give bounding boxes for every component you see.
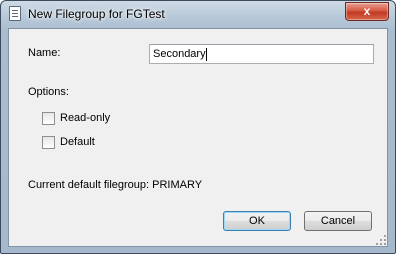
default-label[interactable]: Default <box>60 136 95 148</box>
current-default-filegroup-text: Current default filegroup: PRIMARY <box>28 179 203 191</box>
read-only-label[interactable]: Read-only <box>60 112 110 124</box>
name-input-value: Secondary <box>153 48 206 60</box>
ok-button[interactable]: OK <box>223 211 291 231</box>
name-label: Name: <box>28 47 61 59</box>
document-icon <box>9 6 21 21</box>
text-caret <box>205 47 207 61</box>
options-label: Options: <box>28 86 69 98</box>
dialog-window: New Filegroup for FGTest x Name: Seconda… <box>0 0 396 254</box>
title-bar[interactable]: New Filegroup for FGTest x <box>1 1 395 27</box>
close-icon: x <box>363 4 371 18</box>
window-title: New Filegroup for FGTest <box>28 7 165 21</box>
resize-grip-icon[interactable] <box>376 235 386 245</box>
default-checkbox[interactable] <box>42 136 55 149</box>
read-only-checkbox[interactable] <box>42 112 55 125</box>
cancel-button[interactable]: Cancel <box>304 211 372 231</box>
close-button[interactable]: x <box>345 2 389 21</box>
name-input[interactable]: Secondary <box>149 44 374 64</box>
dialog-body: Name: Secondary Options: Read-only Defau… <box>8 28 388 247</box>
